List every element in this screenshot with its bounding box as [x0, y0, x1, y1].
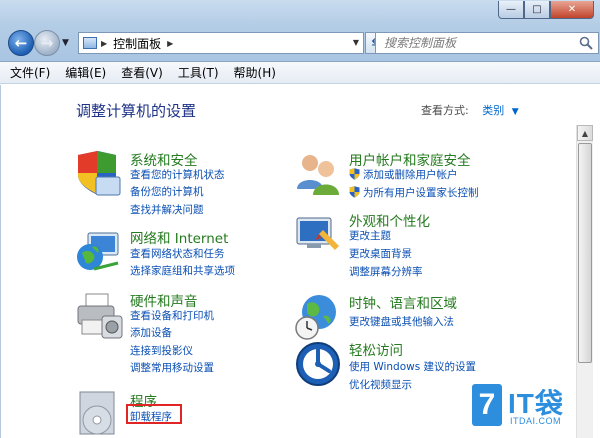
ease-of-access-icon[interactable] — [293, 339, 343, 389]
title-bar: — □ ✕ ← → ▼ ▶ 控制面板 ▶ ▼ ⇆ — [0, 0, 600, 62]
menu-tools[interactable]: 工具(T) — [178, 64, 219, 81]
recent-pages-dropdown-icon[interactable]: ▼ — [62, 38, 69, 48]
programs-disc-icon[interactable] — [74, 390, 124, 438]
chevron-down-icon[interactable]: ▼ — [512, 107, 519, 117]
search-input[interactable] — [384, 36, 564, 50]
category-title-clock[interactable]: 时钟、语言和区域 — [349, 292, 457, 312]
search-icon[interactable] — [579, 36, 593, 50]
forward-button[interactable]: → — [34, 30, 60, 56]
page-title: 调整计算机的设置 — [76, 102, 197, 120]
address-dropdown-icon[interactable]: ▼ — [353, 38, 359, 47]
window-controls: — □ ✕ — [498, 1, 594, 19]
control-panel-window: — □ ✕ ← → ▼ ▶ 控制面板 ▶ ▼ ⇆ — [0, 0, 600, 438]
category-title-ease-of-access[interactable]: 轻松访问 — [349, 339, 403, 359]
view-by-control: 查看方式: 类别 ▼ — [421, 102, 519, 118]
menu-view[interactable]: 查看(V) — [121, 64, 163, 81]
link-connect-projector[interactable]: 连接到投影仪 — [130, 343, 193, 358]
uac-shield-icon — [349, 168, 360, 180]
scroll-up-icon[interactable]: ▲ — [577, 125, 593, 141]
chevron-right-icon[interactable]: ▶ — [167, 39, 173, 48]
users-icon[interactable] — [293, 149, 343, 199]
back-button[interactable]: ← — [8, 30, 34, 56]
category-title-system-security[interactable]: 系统和安全 — [130, 149, 198, 169]
link-add-device[interactable]: 添加设备 — [130, 325, 172, 340]
link-parental-controls[interactable]: 为所有用户设置家长控制 — [349, 185, 479, 200]
address-bar[interactable]: ▶ 控制面板 ▶ ▼ — [78, 32, 364, 54]
link-change-theme[interactable]: 更改主题 — [349, 228, 391, 243]
link-desktop-background[interactable]: 更改桌面背景 — [349, 246, 412, 261]
link-mobility-settings[interactable]: 调整常用移动设置 — [130, 360, 214, 375]
link-parental-controls-label: 为所有用户设置家长控制 — [363, 187, 479, 199]
watermark-domain: ITDAI.COM — [510, 416, 561, 426]
category-title-network[interactable]: 网络和 Internet — [130, 227, 228, 247]
chevron-right-icon[interactable]: ▶ — [101, 39, 107, 48]
link-homegroup-sharing[interactable]: 选择家庭组和共享选项 — [130, 263, 235, 278]
control-panel-icon — [83, 37, 97, 49]
category-user-accounts: 用户帐户和家庭安全 添加或删除用户帐户 为所有用户设置家长控制 — [293, 149, 533, 201]
appearance-icon[interactable] — [293, 210, 343, 260]
view-by-dropdown[interactable]: 类别 — [482, 104, 504, 117]
close-button[interactable]: ✕ — [550, 1, 594, 19]
breadcrumb-control-panel[interactable]: 控制面板 — [113, 35, 161, 52]
menu-bar: 文件(F) 编辑(E) 查看(V) 工具(T) 帮助(H) — [0, 62, 600, 84]
link-view-computer-status[interactable]: 查看您的计算机状态 — [130, 167, 225, 182]
network-globe-icon[interactable] — [74, 227, 124, 277]
category-title-hardware[interactable]: 硬件和声音 — [130, 290, 198, 310]
menu-file[interactable]: 文件(F) — [10, 64, 50, 81]
security-shield-icon[interactable] — [74, 149, 124, 199]
navigation-bar: ← → ▼ ▶ 控制面板 ▶ ▼ ⇆ — [8, 30, 599, 56]
category-title-user-accounts[interactable]: 用户帐户和家庭安全 — [349, 149, 471, 169]
category-title-appearance[interactable]: 外观和个性化 — [349, 210, 430, 230]
maximize-button[interactable]: □ — [524, 1, 550, 19]
link-devices-printers[interactable]: 查看设备和打印机 — [130, 308, 214, 323]
link-optimize-display[interactable]: 优化视频显示 — [349, 377, 412, 392]
link-add-remove-accounts[interactable]: 添加或删除用户帐户 — [349, 167, 458, 182]
link-view-network-status[interactable]: 查看网络状态和任务 — [130, 246, 225, 261]
category-system-security: 系统和安全 查看您的计算机状态 备份您的计算机 查找并解决问题 — [74, 149, 304, 219]
link-screen-resolution[interactable]: 调整屏幕分辨率 — [349, 264, 423, 279]
category-programs: 程序 卸载程序 — [74, 390, 304, 435]
menu-edit[interactable]: 编辑(E) — [65, 64, 106, 81]
category-clock-language: 时钟、语言和区域 更改键盘或其他输入法 — [293, 292, 533, 340]
watermark-logo: 7 IT袋 ITDAI.COM — [472, 380, 592, 432]
link-backup-computer[interactable]: 备份您的计算机 — [130, 184, 204, 199]
link-recommended-settings[interactable]: 使用 Windows 建议的设置 — [349, 359, 476, 374]
search-box[interactable] — [375, 32, 599, 54]
link-change-input-methods[interactable]: 更改键盘或其他输入法 — [349, 314, 454, 329]
highlight-box — [126, 404, 182, 424]
uac-shield-icon — [349, 186, 360, 198]
clock-globe-icon[interactable] — [293, 292, 343, 342]
watermark-mark: 7 — [472, 384, 502, 426]
minimize-button[interactable]: — — [498, 1, 524, 19]
category-hardware-sound: 硬件和声音 查看设备和打印机 添加设备 连接到投影仪 调整常用移动设置 — [74, 290, 304, 375]
menu-help[interactable]: 帮助(H) — [234, 64, 276, 81]
scrollbar-thumb[interactable] — [578, 143, 592, 363]
printer-icon[interactable] — [74, 290, 124, 340]
view-by-label: 查看方式: — [421, 104, 469, 117]
link-find-fix-problems[interactable]: 查找并解决问题 — [130, 202, 204, 217]
link-add-remove-accounts-label: 添加或删除用户帐户 — [363, 169, 458, 181]
category-network-internet: 网络和 Internet 查看网络状态和任务 选择家庭组和共享选项 — [74, 227, 304, 282]
category-appearance: 外观和个性化 更改主题 更改桌面背景 调整屏幕分辨率 — [293, 210, 533, 280]
